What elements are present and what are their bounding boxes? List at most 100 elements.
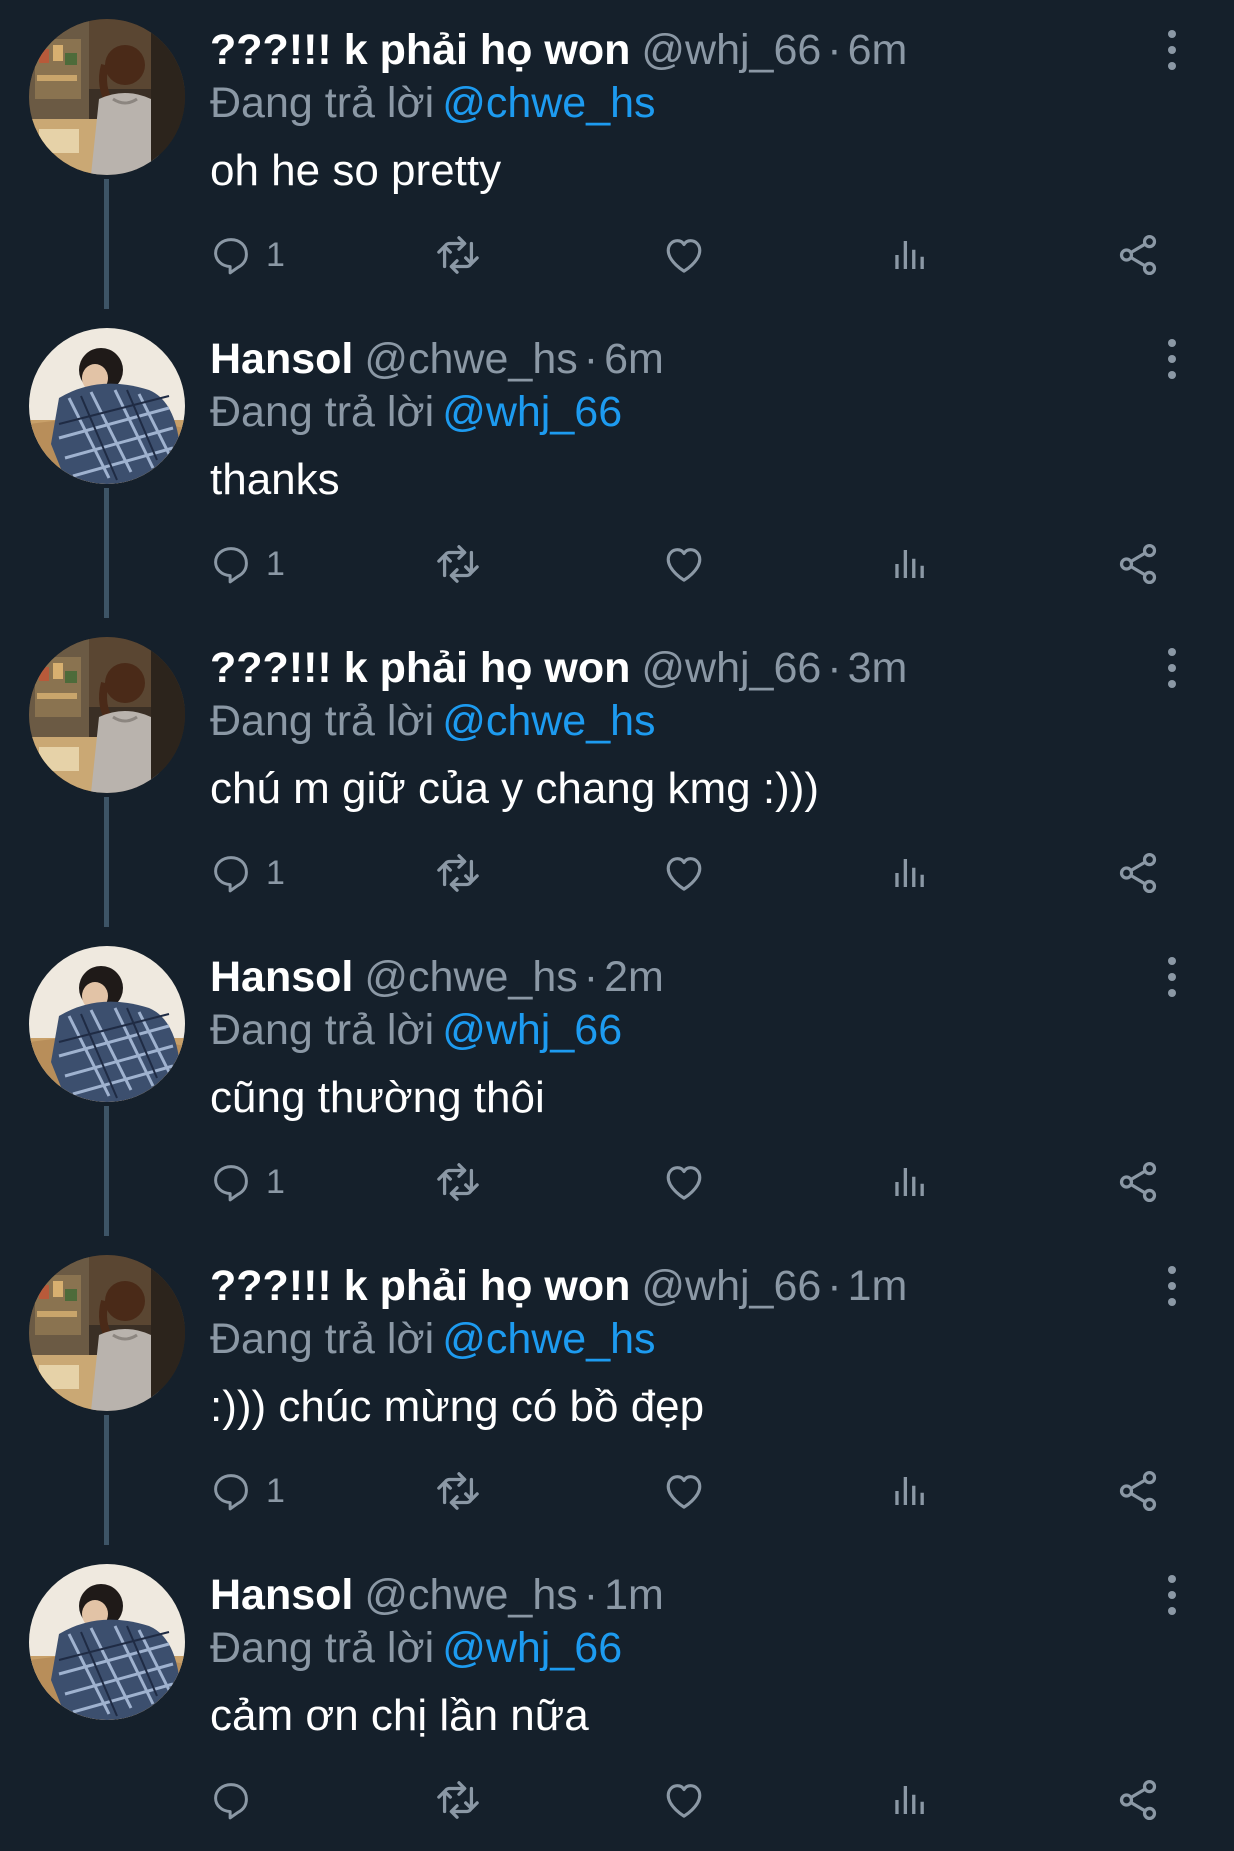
girl-avatar xyxy=(29,19,185,175)
retweet-button[interactable] xyxy=(435,230,481,280)
display-name[interactable]: ???!!! k phải họ won xyxy=(210,26,630,74)
display-name[interactable]: Hansol xyxy=(210,1571,353,1619)
mention-link[interactable]: @whj_66 xyxy=(442,1006,622,1054)
more-options-icon[interactable] xyxy=(1160,1266,1184,1306)
handle[interactable]: @whj_66 xyxy=(641,1262,821,1310)
timestamp[interactable]: 6m xyxy=(848,26,908,74)
reply-button[interactable]: 1 xyxy=(210,539,285,589)
retweet-button[interactable] xyxy=(435,1775,481,1825)
avatar[interactable] xyxy=(29,328,185,484)
handle[interactable]: @chwe_hs xyxy=(364,953,577,1001)
views-button[interactable] xyxy=(889,1157,931,1207)
retweet-button[interactable] xyxy=(435,539,481,589)
more-options-icon[interactable] xyxy=(1160,30,1184,70)
views-icon xyxy=(889,1470,931,1512)
share-button[interactable] xyxy=(1115,1466,1161,1516)
tweet-text: thanks xyxy=(210,455,340,504)
timestamp[interactable]: 1m xyxy=(848,1262,908,1310)
display-name[interactable]: Hansol xyxy=(210,953,353,1001)
avatar[interactable] xyxy=(29,19,185,175)
avatar-column xyxy=(0,1236,214,1545)
display-name[interactable]: Hansol xyxy=(210,335,353,383)
like-button[interactable] xyxy=(662,1775,706,1825)
mention-link[interactable]: @chwe_hs xyxy=(442,1315,655,1363)
like-button[interactable] xyxy=(662,848,706,898)
views-button[interactable] xyxy=(889,848,931,898)
display-name[interactable]: ???!!! k phải họ won xyxy=(210,1262,630,1310)
timestamp[interactable]: 3m xyxy=(848,644,908,692)
retweet-icon xyxy=(435,1777,481,1823)
reply-button[interactable]: 1 xyxy=(210,848,285,898)
avatar[interactable] xyxy=(29,1255,185,1411)
tweet[interactable]: Hansol @chwe_hs · 1m Đang trả lời @whj_66 cả… xyxy=(0,1545,1234,1851)
views-icon xyxy=(889,852,931,894)
share-icon xyxy=(1115,1159,1161,1205)
more-options-icon[interactable] xyxy=(1160,957,1184,997)
avatar[interactable] xyxy=(29,637,185,793)
more-options-icon[interactable] xyxy=(1160,339,1184,379)
timestamp[interactable]: 2m xyxy=(604,953,664,1001)
boy-avatar xyxy=(29,1564,185,1720)
thread-line xyxy=(104,488,109,618)
handle[interactable]: @whj_66 xyxy=(641,644,821,692)
more-options-icon[interactable] xyxy=(1160,1575,1184,1615)
tweet[interactable]: Hansol @chwe_hs · 6m Đang trả lời @whj_66 th… xyxy=(0,309,1234,618)
views-button[interactable] xyxy=(889,230,931,280)
reply-button[interactable]: 1 xyxy=(210,1157,285,1207)
tweet-header: Hansol @chwe_hs · 6m xyxy=(210,331,664,387)
reply-thread: ???!!! k phải họ won @whj_66 · 6m Đang trả … xyxy=(0,0,1234,1851)
handle[interactable]: @chwe_hs xyxy=(364,335,577,383)
share-button[interactable] xyxy=(1115,230,1161,280)
tweet-header: Hansol @chwe_hs · 2m xyxy=(210,949,664,1005)
timestamp[interactable]: 1m xyxy=(604,1571,664,1619)
share-icon xyxy=(1115,232,1161,278)
retweet-icon xyxy=(435,1159,481,1205)
like-button[interactable] xyxy=(662,1466,706,1516)
share-button[interactable] xyxy=(1115,848,1161,898)
reply-button[interactable] xyxy=(210,1775,266,1825)
like-button[interactable] xyxy=(662,539,706,589)
like-button[interactable] xyxy=(662,1157,706,1207)
timestamp[interactable]: 6m xyxy=(604,335,664,383)
tweet-content: Hansol @chwe_hs · 1m Đang trả lời @whj_66 cả… xyxy=(210,1545,1234,1851)
reply-count: 1 xyxy=(266,1162,285,1201)
handle[interactable]: @whj_66 xyxy=(641,26,821,74)
tweet[interactable]: ???!!! k phải họ won @whj_66 · 6m Đang trả … xyxy=(0,0,1234,309)
views-button[interactable] xyxy=(889,1775,931,1825)
tweet-header: ???!!! k phải họ won @whj_66 · 6m xyxy=(210,22,907,78)
avatar[interactable] xyxy=(29,946,185,1102)
share-icon xyxy=(1115,541,1161,587)
views-button[interactable] xyxy=(889,1466,931,1516)
handle[interactable]: @chwe_hs xyxy=(364,1571,577,1619)
action-bar: 1 xyxy=(210,848,1234,898)
retweet-button[interactable] xyxy=(435,1466,481,1516)
mention-link[interactable]: @chwe_hs xyxy=(442,79,655,127)
reply-icon xyxy=(210,1161,252,1203)
tweet-content: ???!!! k phải họ won @whj_66 · 3m Đang trả … xyxy=(210,618,1234,927)
replying-prefix: Đang trả lời xyxy=(210,697,435,745)
views-icon xyxy=(889,1779,931,1821)
reply-button[interactable]: 1 xyxy=(210,1466,285,1516)
mention-link[interactable]: @chwe_hs xyxy=(442,697,655,745)
replying-to: Đang trả lời @whj_66 xyxy=(210,1620,622,1676)
retweet-button[interactable] xyxy=(435,1157,481,1207)
tweet[interactable]: ???!!! k phải họ won @whj_66 · 1m Đang trả … xyxy=(0,1236,1234,1545)
reply-count: 1 xyxy=(266,235,285,274)
retweet-button[interactable] xyxy=(435,848,481,898)
tweet[interactable]: Hansol @chwe_hs · 2m Đang trả lời @whj_66 cũ… xyxy=(0,927,1234,1236)
heart-icon xyxy=(662,1160,706,1204)
action-bar: 1 xyxy=(210,1466,1234,1516)
tweet[interactable]: ???!!! k phải họ won @whj_66 · 3m Đang trả … xyxy=(0,618,1234,927)
mention-link[interactable]: @whj_66 xyxy=(442,388,622,436)
share-button[interactable] xyxy=(1115,539,1161,589)
share-button[interactable] xyxy=(1115,1157,1161,1207)
replying-prefix: Đang trả lời xyxy=(210,1006,435,1054)
reply-button[interactable]: 1 xyxy=(210,230,285,280)
share-button[interactable] xyxy=(1115,1775,1161,1825)
avatar[interactable] xyxy=(29,1564,185,1720)
like-button[interactable] xyxy=(662,230,706,280)
mention-link[interactable]: @whj_66 xyxy=(442,1624,622,1672)
views-button[interactable] xyxy=(889,539,931,589)
more-options-icon[interactable] xyxy=(1160,648,1184,688)
display-name[interactable]: ???!!! k phải họ won xyxy=(210,644,630,692)
